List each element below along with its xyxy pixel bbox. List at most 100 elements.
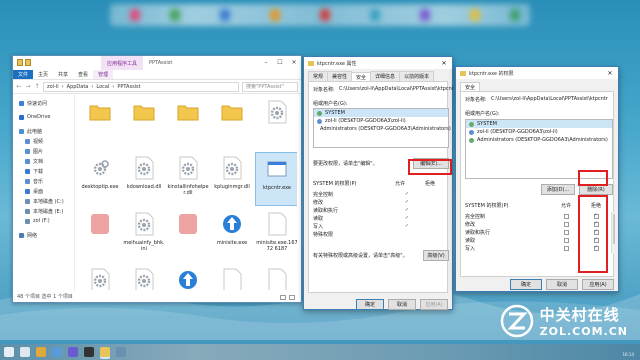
scrollbar[interactable] [611,212,616,254]
file-item[interactable] [123,96,165,150]
tab-share[interactable]: 共享 [53,70,73,79]
sidebar-item[interactable]: 桌面 [13,186,74,196]
cancel-button[interactable]: 取消 [546,279,578,290]
search-icon[interactable] [20,347,30,357]
file-item[interactable] [167,96,209,150]
tab-details[interactable]: 详细信息 [370,71,401,81]
list-item[interactable]: zol-li (DESKTOP-GGDO6A3\zol-li) [314,117,448,125]
list-item[interactable]: SYSTEM [314,109,448,117]
group-label: 组或用户名(G): [465,111,500,117]
list-item[interactable]: Administrators (DESKTOP-GGDO6A3\Administ… [314,125,451,133]
file-item[interactable]: msvcr100.dll [123,264,165,290]
tab-general[interactable]: 常规 [308,71,329,81]
cancel-button[interactable]: 取消 [388,299,416,310]
tab-view[interactable]: 查看 [73,70,93,79]
file-item[interactable]: minisite.exe.16772 6187 [255,208,297,262]
close-icon[interactable]: ✕ [287,56,301,68]
tab-home[interactable]: 主页 [33,70,53,79]
tab-manage[interactable]: 管理 [93,70,114,79]
ok-button[interactable]: 确定 [356,299,384,310]
folder-icon[interactable] [100,347,110,357]
permissions-titlebar[interactable]: ktpcntr.exe 的权限 ✕ [456,67,618,79]
file-item[interactable]: notify.exe.16772 6078 [255,264,297,290]
list-item[interactable]: Administrators (DESKTOP-GGDO6A3\Administ… [466,136,612,144]
close-icon[interactable]: ✕ [436,57,452,69]
allow-checkbox[interactable] [563,213,569,219]
tab-previous-versions[interactable]: 以前的版本 [399,71,435,81]
breadcrumb-item[interactable]: AppData [67,84,89,90]
search-input[interactable]: 搜索"PPTAssist" [242,81,298,92]
details-view-icon[interactable] [280,295,286,300]
allow-checkbox[interactable] [563,237,569,243]
file-item[interactable]: msvcp100.dll [79,264,121,290]
maximize-icon[interactable]: ☐ [273,56,287,68]
sidebar-item[interactable]: 图片 [13,146,74,156]
view-toggle[interactable] [280,295,295,300]
sidebar-item[interactable]: 下载 [13,166,74,176]
up-arrow-icon[interactable]: ↑ [34,83,40,90]
sidebar-item[interactable]: 文档 [13,156,74,166]
file-item[interactable]: kpluginmgr.dll [211,152,253,206]
file-icon [177,212,199,236]
sidebar-item[interactable]: 音乐 [13,176,74,186]
forward-arrow-icon[interactable]: → [25,83,31,90]
ribbon-tabs: 文件 主页 共享 查看 管理 [13,70,301,80]
tab-compatibility[interactable]: 兼容性 [327,71,353,81]
sidebar-item[interactable]: 快速访问 [13,98,74,108]
app-icon[interactable] [68,347,78,357]
breadcrumb[interactable]: zol-li › AppData › Local › PPTAssist [43,81,239,92]
file-explorer-icon[interactable] [36,347,46,357]
add-button[interactable]: 添加(D)... [541,184,575,195]
list-item[interactable]: zol-li (DESKTOP-GGDO6A3\zol-li) [466,128,612,136]
file-item[interactable] [167,208,209,262]
file-item[interactable]: meihuainfy_bhk.ini [123,208,165,262]
sidebar-item[interactable]: 本地磁盘 (C:) [13,196,74,206]
breadcrumb-item[interactable]: PPTAssist [117,84,140,90]
scroll-thumb[interactable] [613,214,615,244]
apply-button[interactable]: 应用(A) [582,279,614,290]
file-item[interactable] [255,96,297,150]
quick-access-toolbar[interactable] [17,59,31,66]
allow-checkbox[interactable] [563,221,569,227]
file-item[interactable]: ktpcntr.exe [255,152,297,206]
allow-checkbox[interactable] [563,245,569,251]
sidebar-item-label: 图片 [33,148,44,155]
context-tab-app-tools[interactable]: 应用程序工具 [101,56,144,70]
explorer-titlebar[interactable]: 应用程序工具 PPTAssist – ☐ ✕ [13,56,301,70]
sidebar-item[interactable]: zol (F:) [13,216,74,226]
sidebar-item[interactable]: OneDrive [13,112,74,122]
sidebar-item[interactable]: 网络 [13,230,74,240]
allow-checkbox[interactable] [563,229,569,235]
file-item[interactable]: notify.exe.16772 3671 [211,264,253,290]
browser-icon[interactable] [52,347,62,357]
sidebar-item-label: zol (F:) [33,218,50,224]
file-item[interactable]: minisite.exe [211,208,253,262]
breadcrumb-item[interactable]: zol-li [47,84,59,90]
large-icons-view-icon[interactable] [289,295,295,300]
tab-file[interactable]: 文件 [13,70,34,79]
file-item[interactable] [211,96,253,150]
app-icon[interactable] [84,347,94,357]
app-icon[interactable] [116,347,126,357]
sidebar-item-label: 视频 [33,138,44,145]
sidebar-item[interactable]: 本地磁盘 (E:) [13,206,74,216]
file-item[interactable] [79,208,121,262]
minimize-icon[interactable]: – [259,56,273,68]
properties-titlebar[interactable]: ktpcntr.exe 属性 ✕ [304,57,452,69]
file-item[interactable]: desktoptip.exe [79,152,121,206]
start-icon[interactable] [4,347,14,357]
apply-button[interactable]: 应用(A) [420,299,448,310]
ok-button[interactable]: 确定 [510,279,542,290]
user-list[interactable]: SYSTEM zol-li (DESKTOP-GGDO6A3\zol-li) A… [313,108,451,148]
file-item[interactable]: kinstallinfohelper.dll [167,152,209,206]
breadcrumb-item[interactable]: Local [96,84,109,90]
file-item[interactable]: kdownload.dll [123,152,165,206]
list-item[interactable]: SYSTEM [466,120,612,128]
sidebar-item[interactable]: 视频 [13,136,74,146]
sidebar-item[interactable]: 此电脑 [13,126,74,136]
back-arrow-icon[interactable]: ← [16,83,22,90]
file-item[interactable]: notify.exe [167,264,209,290]
close-icon[interactable]: ✕ [602,67,618,79]
file-item[interactable] [79,96,121,150]
advanced-button[interactable]: 高级(V) [423,250,449,261]
